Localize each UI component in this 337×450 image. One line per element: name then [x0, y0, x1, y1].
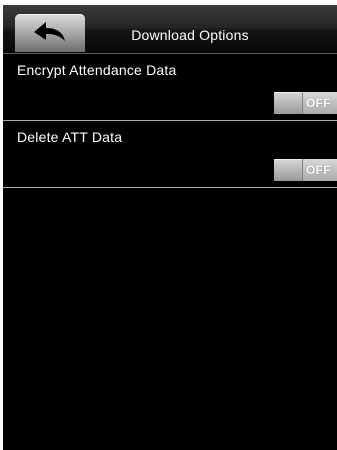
back-arrow-icon: [34, 22, 65, 41]
setting-label: Encrypt Attendance Data: [17, 62, 177, 78]
device-screen: Download Options Encrypt Attendance Data…: [3, 5, 337, 450]
delete-att-data-toggle[interactable]: OFF: [274, 159, 337, 181]
setting-row-encrypt-attendance-data: Encrypt Attendance Data OFF: [3, 54, 337, 121]
encrypt-attendance-toggle[interactable]: OFF: [274, 92, 337, 114]
toggle-state-label: OFF: [306, 163, 331, 177]
toggle-knob: [274, 92, 303, 114]
toggle-state-label: OFF: [306, 96, 331, 110]
header-bar: Download Options: [3, 5, 337, 54]
setting-row-delete-att-data: Delete ATT Data OFF: [3, 121, 337, 188]
setting-label: Delete ATT Data: [17, 129, 123, 145]
back-button[interactable]: [15, 14, 85, 52]
page-title: Download Options: [131, 27, 249, 43]
toggle-knob: [274, 159, 303, 181]
